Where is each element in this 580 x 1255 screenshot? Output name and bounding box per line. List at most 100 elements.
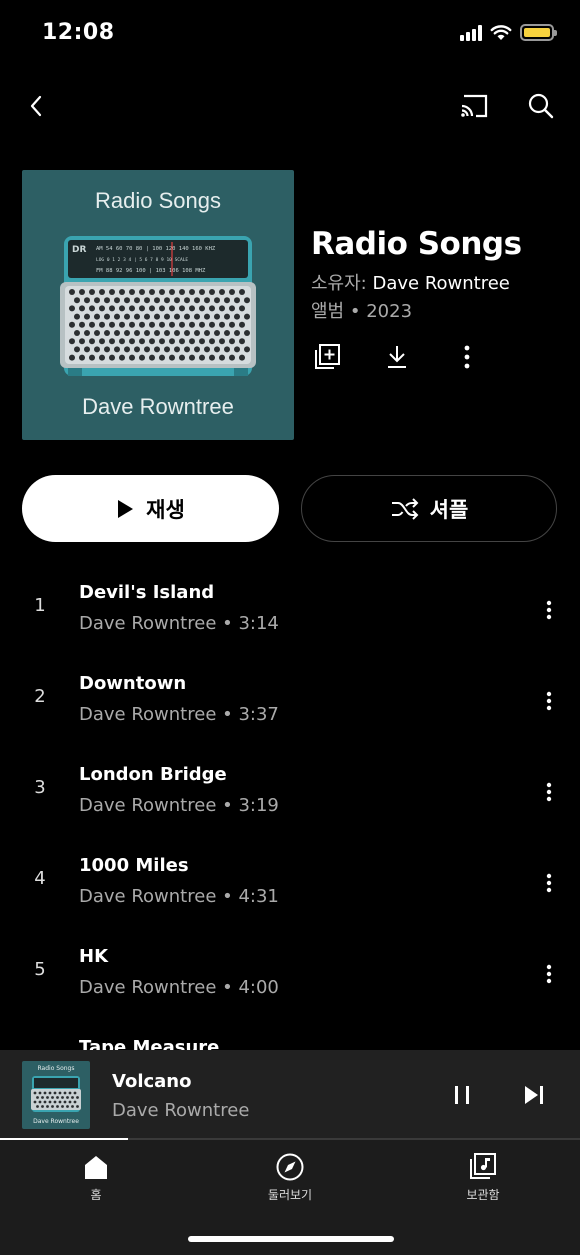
wifi-icon: [490, 25, 512, 40]
track-subtitle: Dave Rowntree • 3:19: [79, 795, 279, 816]
shuffle-button[interactable]: 셔플: [301, 475, 557, 542]
tab-home[interactable]: 홈: [41, 1152, 151, 1203]
more-vertical-icon: [546, 782, 552, 802]
track-more-button[interactable]: [535, 777, 563, 807]
track-list: 1 Devil's Island Dave Rowntree • 3:14 2 …: [0, 565, 580, 1050]
track-more-button[interactable]: [535, 595, 563, 625]
track-title: Tape Measure: [79, 1037, 220, 1050]
cellular-signal-icon: [460, 24, 482, 41]
owner-name-link[interactable]: Dave Rowntree: [372, 273, 509, 294]
radio-dial-row3: FM 88 92 96 100 | 103 106 108 MHZ: [96, 268, 206, 274]
more-vertical-icon: [546, 600, 552, 620]
cover-title: Radio Songs: [95, 188, 221, 213]
play-icon: [118, 499, 134, 518]
album-owner: 소유자: Dave Rowntree: [311, 272, 571, 296]
search-button[interactable]: [522, 88, 560, 124]
download-icon: [388, 346, 406, 368]
track-artist: Dave Rowntree: [79, 977, 217, 998]
track-duration: 3:14: [238, 613, 279, 634]
album-actions: [312, 340, 482, 374]
play-label: 재생: [146, 497, 185, 522]
more-vertical-icon: [546, 873, 552, 893]
shuffle-icon: [391, 497, 419, 520]
track-duration: 4:00: [238, 977, 279, 998]
add-to-library-button[interactable]: [312, 340, 342, 374]
now-playing-artist: Dave Rowntree: [112, 1100, 250, 1121]
track-duration: 3:19: [238, 795, 279, 816]
album-more-button[interactable]: [452, 340, 482, 374]
track-row[interactable]: 1 Devil's Island Dave Rowntree • 3:14: [0, 565, 580, 656]
radio-dial-row1: AM 54 60 70 80 | 100 120 140 160 KHZ: [96, 246, 216, 252]
pause-icon: [455, 1086, 469, 1104]
mini-player[interactable]: Radio Songs Dave Rowntree Volcano Dave R…: [0, 1050, 580, 1140]
mini-player-artwork: Radio Songs Dave Rowntree: [22, 1061, 90, 1129]
track-row[interactable]: 4 1000 Miles Dave Rowntree • 4:31: [0, 838, 580, 929]
radio-dial-row2: LOG 0 1 2 3 4 | 5 6 7 8 9 10 SCALE: [96, 257, 188, 263]
library-music-icon: [470, 1153, 496, 1179]
track-row[interactable]: 5 HK Dave Rowntree • 4:00: [0, 929, 580, 1020]
track-duration: 4:31: [238, 886, 279, 907]
owner-label: 소유자:: [311, 273, 367, 294]
search-icon: [528, 93, 554, 119]
album-cover: Radio Songs DR AM 54 60 70 80 | 100 120 …: [22, 170, 294, 440]
album-meta: 앨범 • 2023: [311, 300, 571, 324]
more-vertical-icon: [546, 691, 552, 711]
track-artist: Dave Rowntree: [79, 613, 217, 634]
pause-button[interactable]: [448, 1080, 476, 1110]
track-title: 1000 Miles: [79, 855, 189, 876]
track-row[interactable]: 3 London Bridge Dave Rowntree • 3:19: [0, 747, 580, 838]
now-playing-title: Volcano: [112, 1071, 192, 1092]
next-button[interactable]: [520, 1080, 548, 1110]
track-subtitle: Dave Rowntree • 4:00: [79, 977, 279, 998]
track-artist: Dave Rowntree: [79, 795, 217, 816]
track-artist: Dave Rowntree: [79, 886, 217, 907]
mini-art-artist: Dave Rowntree: [33, 1118, 79, 1125]
track-row[interactable]: 2 Downtown Dave Rowntree • 3:37: [0, 656, 580, 747]
play-button[interactable]: 재생: [22, 475, 279, 542]
cast-icon: [461, 94, 488, 118]
battery-icon: [520, 24, 557, 41]
cover-artist: Dave Rowntree: [82, 394, 234, 419]
cast-button[interactable]: [455, 88, 493, 124]
home-icon: [85, 1156, 107, 1179]
status-bar: 12:08: [0, 0, 580, 70]
track-more-button[interactable]: [535, 959, 563, 989]
more-vertical-icon: [464, 345, 470, 369]
chevron-left-icon: [30, 95, 42, 117]
status-time: 12:08: [42, 20, 115, 45]
shuffle-label: 셔플: [429, 497, 469, 522]
meta-separator: •: [349, 301, 361, 322]
track-row[interactable]: 6 Tape Measure: [0, 1020, 580, 1050]
track-subtitle: Dave Rowntree • 3:37: [79, 704, 279, 725]
track-title: London Bridge: [79, 764, 227, 785]
radio-illustration: DR AM 54 60 70 80 | 100 120 140 160 KHZ …: [60, 236, 256, 376]
mini-art-title: Radio Songs: [37, 1065, 75, 1072]
track-subtitle: Dave Rowntree • 3:14: [79, 613, 279, 634]
tab-explore-label: 둘러보기: [267, 1188, 313, 1202]
track-more-button[interactable]: [535, 868, 563, 898]
track-more-button[interactable]: [535, 686, 563, 716]
home-indicator: [188, 1236, 394, 1242]
download-button[interactable]: [382, 340, 412, 374]
track-artist: Dave Rowntree: [79, 704, 217, 725]
library-add-icon: [315, 344, 340, 369]
track-number: 3: [34, 777, 46, 798]
track-title: Devil's Island: [79, 582, 215, 603]
track-number: 1: [34, 595, 46, 616]
track-duration: 3:37: [238, 704, 279, 725]
track-title: HK: [79, 946, 109, 967]
compass-icon: [276, 1153, 304, 1181]
back-button[interactable]: [18, 88, 54, 124]
tab-home-label: 홈: [90, 1188, 102, 1202]
track-title: Downtown: [79, 673, 187, 694]
tab-explore[interactable]: 둘러보기: [235, 1152, 345, 1203]
more-vertical-icon: [546, 964, 552, 984]
track-number: 5: [34, 959, 46, 980]
track-subtitle: Dave Rowntree • 4:31: [79, 886, 279, 907]
track-number: 4: [34, 868, 46, 889]
tab-library-label: 보관함: [466, 1188, 500, 1202]
album-info: Radio Songs 소유자: Dave Rowntree 앨범 • 2023: [311, 224, 571, 324]
album-title: Radio Songs: [311, 226, 522, 262]
tab-library[interactable]: 보관함: [428, 1152, 538, 1203]
album-type: 앨범: [311, 301, 345, 322]
